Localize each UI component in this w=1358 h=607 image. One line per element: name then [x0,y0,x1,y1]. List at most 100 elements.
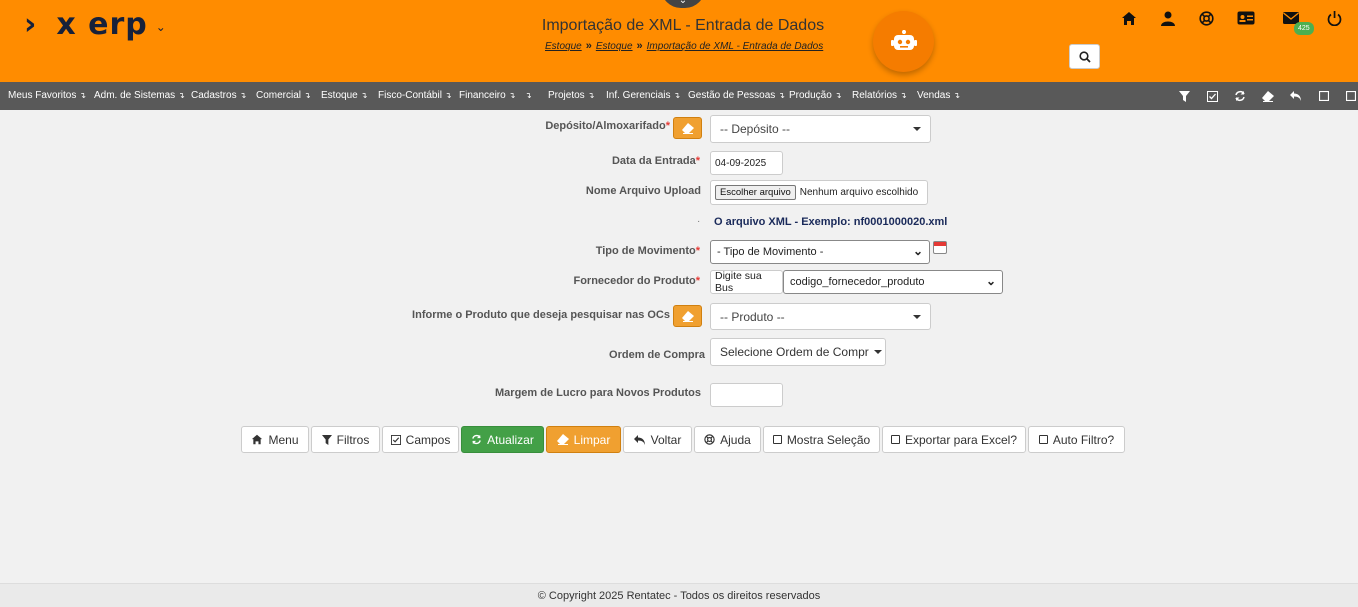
refresh-icon[interactable] [1232,88,1248,104]
choose-file-button[interactable]: Escolher arquivo [715,185,796,200]
power-icon[interactable] [1322,8,1346,28]
fornecedor-search-input[interactable]: Digite sua Bus [710,270,783,294]
menu-producao[interactable]: Produção ↴ [789,82,842,110]
voltar-button[interactable]: Voltar [623,426,692,453]
menu-label: Financeiro [459,90,506,101]
eraser-icon[interactable] [1260,88,1276,104]
menu-gestao-pessoas[interactable]: Gestão de Pessoas ↴ [688,82,785,110]
menu-label: Adm. de Sistemas [94,90,176,101]
atualizar-button[interactable]: Atualizar [461,426,544,453]
mostra-selecao-button[interactable]: Mostra Seleção [763,426,880,453]
menu-arrow-icon: ↴ [673,91,681,100]
assistant-robot-button[interactable] [873,11,934,72]
button-label: Voltar [650,432,682,447]
menu-label: Comercial [256,90,302,101]
eraser-icon [556,434,569,445]
menu-adm-sistemas[interactable]: Adm. de Sistemas ↴ [94,82,185,110]
user-icon[interactable] [1156,8,1180,28]
label-text: Fornecedor do Produto [573,275,696,287]
menu-arrow-icon: ↴ [239,91,247,100]
menu-button[interactable]: Menu [241,426,309,453]
menu-projetos[interactable]: Projetos ↴ [548,82,594,110]
menu-arrow-icon: ↴ [953,91,961,100]
label-text: Data da Entrada [611,155,696,167]
deposito-select[interactable]: -- Depósito -- [710,115,931,143]
page-title: Importação de XML - Entrada de Dados [541,17,825,34]
deposito-label: Depósito/Almoxarifado* [545,120,670,132]
menu-arrow-icon: ↴ [360,91,368,100]
margem-lucro-input[interactable] [710,383,783,407]
menu-relatorios[interactable]: Relatórios ↴ [852,82,907,110]
filter-icon[interactable] [1176,88,1192,104]
limpar-button[interactable]: Limpar [546,426,621,453]
id-card-icon[interactable] [1234,8,1258,28]
menu-arrow-icon: ↴ [525,91,532,100]
filtros-button[interactable]: Filtros [311,426,380,453]
menu-financeiro[interactable]: Financeiro ↴ [459,82,515,110]
clear-deposito-button[interactable] [673,117,702,139]
menu-blank[interactable]: ↴ [522,82,532,110]
produto-select[interactable]: -- Produto -- [710,303,931,330]
refresh-icon [471,434,482,445]
menu-fisco-contabil[interactable]: Fisco-Contábil ↴ [378,82,452,110]
exportar-excel-button[interactable]: Exportar para Excel? [882,426,1026,453]
breadcrumb-link[interactable]: Estoque [596,41,633,52]
header-icons [1115,8,1355,28]
label-text: Depósito/Almoxarifado [545,120,666,132]
menu-label: Produção [789,90,832,101]
fornecedor-select[interactable]: codigo_fornecedor_produto ⌄ [783,270,1003,294]
breadcrumb-link[interactable]: Estoque [545,41,582,52]
arquivo-upload-label: Nome Arquivo Upload [585,185,701,197]
search-button[interactable] [1069,44,1100,69]
tipo-movimento-value: - Tipo de Movimento - [717,246,824,258]
menu-label: Estoque [321,90,358,101]
robot-icon [890,29,917,50]
breadcrumb-link[interactable]: Importação de XML - Entrada de Dados [647,41,824,52]
calendar-icon[interactable] [933,241,947,254]
home-icon[interactable] [1117,8,1141,28]
logo[interactable]: › x erp ⌄ [24,10,166,40]
menu-meus-favoritos[interactable]: Meus Favoritos ↴ [8,82,86,110]
menu-comercial[interactable]: Comercial ↴ [256,82,311,110]
menu-inf-gerenciais[interactable]: Inf. Gerenciais ↴ [606,82,680,110]
ordem-compra-dropdown[interactable]: Selecione Ordem de Compr [710,338,886,366]
clear-produto-button[interactable] [673,305,702,327]
square-icon[interactable] [1343,88,1358,104]
file-upload-input[interactable]: Escolher arquivo Nenhum arquivo escolhid… [710,180,928,205]
copyright-text: © Copyright 2025 Rentatec - Todos os dir… [537,590,821,602]
menu-label: Meus Favoritos [8,90,77,101]
menu-arrow-icon: ↴ [304,91,311,100]
chevron-down-icon: ⌄ [912,244,923,258]
menu-arrow-icon: ↴ [900,91,907,100]
brand-name: x erp [56,7,148,42]
menu-label: Cadastros [191,90,237,101]
help-lifebuoy-icon[interactable] [1194,8,1218,28]
ajuda-button[interactable]: Ajuda [694,426,761,453]
collapse-header-toggle[interactable]: ⌄ [661,0,705,8]
checkbox-checked-icon[interactable] [1204,88,1220,104]
button-label: Ajuda [720,432,751,447]
auto-filtro-button[interactable]: Auto Filtro? [1028,426,1125,453]
eraser-icon [681,310,694,322]
mail-count-badge: 425 [1294,22,1314,35]
menu-arrow-icon: ↴ [587,91,595,100]
fornecedor-value: codigo_fornecedor_produto [790,276,925,288]
tipo-movimento-select[interactable]: - Tipo de Movimento - ⌄ [710,240,930,264]
menu-arrow-icon: ↴ [444,91,452,100]
menu-arrow-icon: ↴ [834,91,842,100]
menu-label: Inf. Gerenciais [606,90,671,101]
menu-estoque[interactable]: Estoque ↴ [321,82,367,110]
breadcrumb-separator-icon: » [585,40,592,52]
campos-button[interactable]: Campos [382,426,459,453]
button-label: Atualizar [487,432,534,447]
data-entrada-input[interactable]: 04-09-2025 [710,151,783,175]
square-icon[interactable] [1316,88,1332,104]
help-lifebuoy-icon [704,434,715,445]
button-label: Limpar [573,432,611,447]
menu-cadastros[interactable]: Cadastros ↴ [191,82,246,110]
menu-vendas[interactable]: Vendas ↴ [917,82,960,110]
undo-icon[interactable] [1288,88,1304,104]
checkbox-checked-icon [390,434,401,445]
search-icon [1078,50,1091,63]
chevron-down-icon[interactable]: ⌄ [156,20,166,34]
